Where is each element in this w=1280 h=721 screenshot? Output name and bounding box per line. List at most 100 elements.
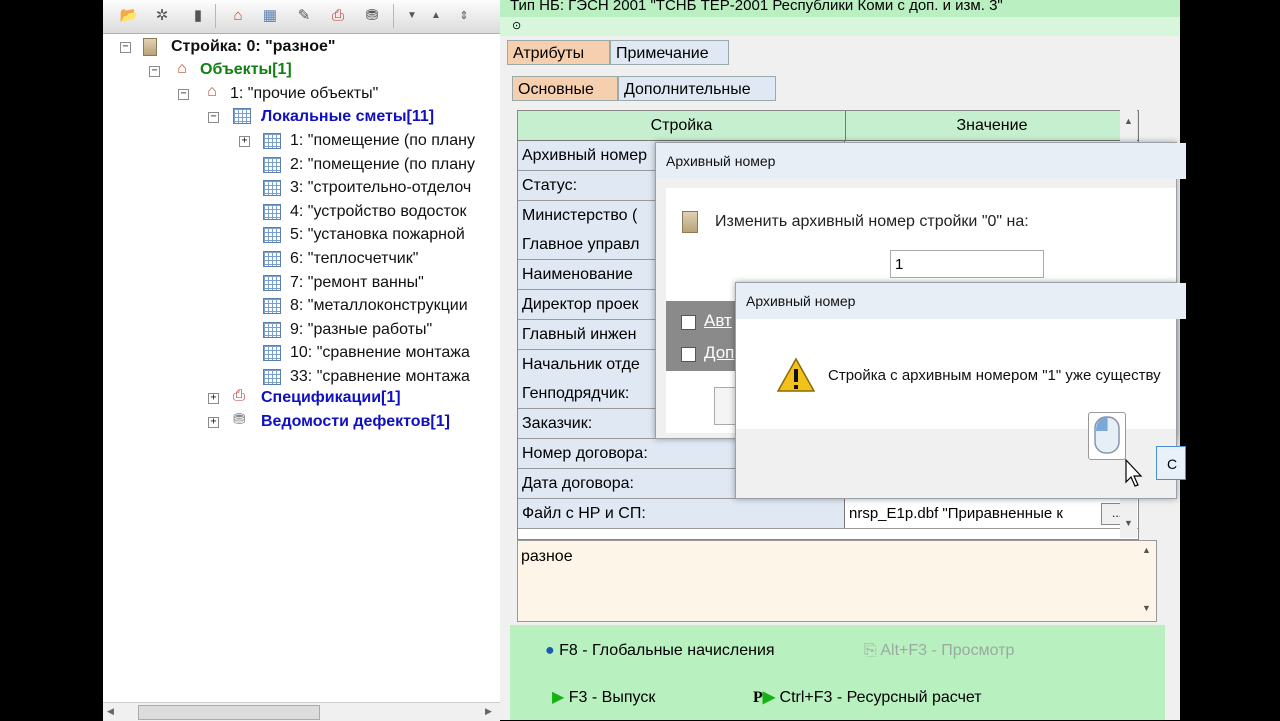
- grid-icon: [263, 369, 281, 385]
- issue-label: F3 - Выпуск: [568, 689, 656, 706]
- ok-button[interactable]: С: [1156, 446, 1186, 480]
- tab-note[interactable]: Примечание: [610, 40, 729, 65]
- settings-sun-icon[interactable]: ✲: [151, 5, 173, 27]
- global-charges-label: F8 - Глобальные начисления: [559, 642, 775, 659]
- additional-checkbox[interactable]: [681, 347, 696, 362]
- house-icon: ⌂: [207, 83, 217, 100]
- tab-main[interactable]: Основные: [512, 76, 618, 101]
- tree-objects[interactable]: Объекты[1]: [200, 59, 292, 81]
- house-icon: ⌂: [177, 60, 187, 77]
- toolbar-separator: [215, 4, 216, 28]
- collapse-toggle[interactable]: −: [149, 66, 160, 77]
- tree-estimate-item[interactable]: 7: "ремонт ванны": [290, 272, 424, 294]
- chevron-up-icon[interactable]: ▲: [1124, 116, 1133, 126]
- tree-estimate-item[interactable]: 5: "установка пожарной: [290, 224, 465, 246]
- expand-toggle[interactable]: +: [208, 393, 219, 404]
- chevron-down-icon[interactable]: ▼: [1142, 603, 1151, 613]
- house-icon[interactable]: ⌂: [227, 5, 249, 27]
- tab-additional[interactable]: Дополнительные: [618, 76, 776, 101]
- header-toolbar: ⊙: [500, 17, 1180, 36]
- issue-button[interactable]: ▶ F3 - Выпуск: [552, 687, 655, 707]
- dialog-title: Архивный номер: [656, 143, 1186, 179]
- grid-icon: [263, 180, 281, 197]
- dialog-prompt: Изменить архивный номер стройки "0" на:: [715, 213, 1029, 230]
- grid-header-construction[interactable]: Стройка: [518, 111, 846, 141]
- collapse-toggle[interactable]: −: [120, 42, 131, 53]
- resource-calc-button[interactable]: P▶ Ctrl+F3 - Ресурсный расчет: [753, 687, 982, 707]
- chevron-right-icon[interactable]: ▶: [485, 706, 492, 717]
- global-charges-button[interactable]: ● F8 - Глобальные начисления: [545, 642, 775, 660]
- tree-local-estimates[interactable]: Локальные сметы[11]: [261, 106, 434, 128]
- tree-estimate-item[interactable]: 1: "помещение (по плану: [290, 130, 475, 152]
- norms-base-header: Тип НБ: ГЭСН 2001 "ТСНБ ТЕР-2001 Республ…: [500, 0, 1180, 17]
- expand-toggle[interactable]: +: [239, 136, 250, 147]
- tree-estimate-item[interactable]: 33: "сравнение монтажа: [290, 366, 470, 388]
- play-icon: ▶: [552, 689, 565, 706]
- grid-icon: [263, 227, 281, 244]
- chevron-up-icon[interactable]: ▲: [425, 5, 447, 27]
- grid-icon: [263, 133, 281, 149]
- tree-estimate-item[interactable]: 2: "помещение (по плану: [290, 154, 475, 176]
- toolbar-separator: [393, 4, 394, 28]
- dialog-title: Архивный номер: [736, 283, 1186, 319]
- tree-estimate-item[interactable]: 3: "строительно-отделоч: [290, 177, 471, 199]
- grid-header-value[interactable]: Значение: [846, 111, 1139, 141]
- black-margin: [1180, 0, 1280, 720]
- warning-icon: [776, 357, 816, 392]
- note-textarea[interactable]: разное ▲ ▼: [517, 540, 1157, 622]
- p-play-icon: P▶: [753, 689, 776, 706]
- archive-icon[interactable]: ▮: [187, 5, 209, 27]
- basket-icon[interactable]: ⛃: [361, 5, 383, 27]
- printer-icon: ⎙: [233, 387, 246, 404]
- tree-estimate-item[interactable]: 6: "теплосчетчик": [290, 248, 418, 270]
- note-text: разное: [521, 548, 573, 565]
- basket-icon: ⛃: [233, 411, 246, 428]
- printer-icon[interactable]: ⎙: [327, 5, 349, 27]
- auto-checkbox-label: Авт: [704, 311, 732, 330]
- small-marker-icon[interactable]: ⊙: [512, 20, 521, 32]
- action-bar: ● F8 - Глобальные начисления ⎘ Alt+F3 - …: [510, 625, 1165, 720]
- grid-row[interactable]: Файл с НР и СП: nrsp_E1p.dbf "Приравненны…: [518, 498, 1138, 529]
- globe-icon: ●: [545, 642, 555, 659]
- horizontal-scrollbar[interactable]: ◀ ▶: [103, 702, 500, 721]
- grid-icon: [263, 203, 281, 220]
- tree-estimate-item[interactable]: 10: "сравнение монтажа: [290, 342, 470, 364]
- chevron-down-icon[interactable]: ▼: [1124, 518, 1133, 528]
- scroll-thumb[interactable]: [138, 705, 320, 720]
- tree-estimate-item[interactable]: 9: "разные работы": [290, 319, 432, 341]
- tree-object-1[interactable]: 1: "прочие объекты": [230, 83, 378, 105]
- grid-row-label: Файл с НР и СП:: [518, 498, 845, 528]
- tree-specifications[interactable]: Спецификации[1]: [261, 387, 401, 409]
- preview-icon: ⎘: [864, 642, 877, 659]
- chevron-up-icon[interactable]: ▲: [1142, 545, 1151, 555]
- tree-defects[interactable]: Ведомости дефектов[1]: [261, 411, 450, 433]
- document-edit-icon[interactable]: ✎: [293, 5, 315, 27]
- grid-icon: [233, 108, 251, 124]
- auto-checkbox[interactable]: [681, 315, 696, 330]
- grid-icon[interactable]: ▦: [259, 5, 281, 27]
- grid-icon: [263, 156, 281, 173]
- resource-calc-label: Ctrl+F3 - Ресурсный расчет: [779, 689, 982, 706]
- options-group: Авт Доп: [666, 301, 746, 371]
- chevron-left-icon[interactable]: ◀: [107, 706, 114, 717]
- grid-icon: [263, 274, 281, 291]
- chevron-down-icon[interactable]: ▼: [401, 5, 423, 27]
- cursor-arrow-icon: [1125, 458, 1143, 487]
- tree-root[interactable]: Стройка: 0: "разное": [171, 36, 335, 58]
- archive-number-input[interactable]: 1: [890, 250, 1044, 278]
- collapse-toggle[interactable]: −: [178, 89, 189, 100]
- tree-toolbar: 📂 ✲ ▮ ⌂ ▦ ✎ ⎙ ⛃ ▼ ▲ ⇕: [103, 0, 500, 34]
- preview-label: Alt+F3 - Просмотр: [880, 642, 1015, 659]
- construction-icon: [682, 211, 698, 233]
- grid-row-value[interactable]: nrsp_E1p.dbf "Приравненные к: [846, 499, 1136, 528]
- open-folder-icon[interactable]: 📂: [118, 5, 140, 27]
- construction-icon: [143, 38, 157, 56]
- up-down-icon[interactable]: ⇕: [453, 5, 475, 27]
- collapse-toggle[interactable]: −: [208, 112, 219, 123]
- tree-estimate-item[interactable]: 4: "устройство водосток: [290, 201, 467, 223]
- preview-button[interactable]: ⎘ Alt+F3 - Просмотр: [864, 642, 1014, 660]
- tree-estimate-item[interactable]: 8: "металлоконструкции: [290, 295, 468, 317]
- warning-message: Стройка с архивным номером "1" уже сущес…: [828, 367, 1161, 384]
- tab-attributes[interactable]: Атрибуты: [507, 40, 610, 65]
- expand-toggle[interactable]: +: [208, 417, 219, 428]
